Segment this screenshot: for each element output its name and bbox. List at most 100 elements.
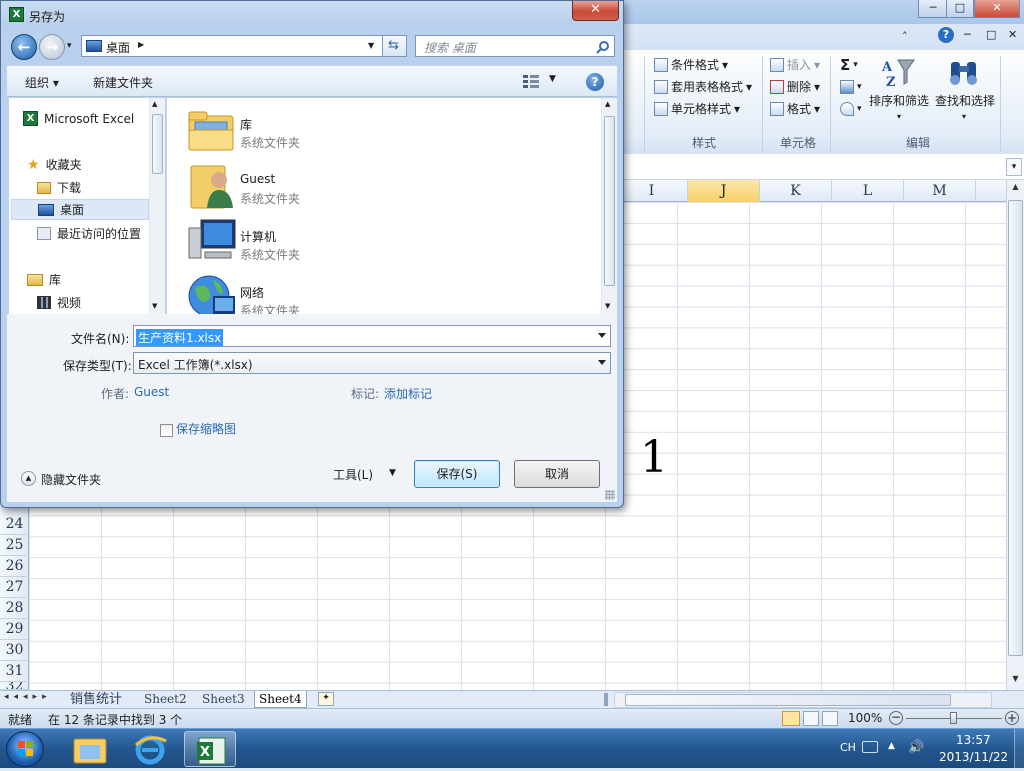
vertical-scrollbar[interactable]: ▲ ▼ (1006, 180, 1024, 690)
new-sheet-icon[interactable]: ✦ (318, 692, 334, 706)
list-item-computer[interactable]: 计算机 系统文件夹 (185, 214, 485, 270)
row-header-25[interactable]: 25 (0, 535, 29, 556)
minimize-button[interactable]: ─ (918, 0, 948, 18)
sheet-tab-sales[interactable]: 销售统计 (66, 691, 126, 708)
keyboard-icon[interactable] (862, 741, 878, 753)
view-options-icon[interactable] (523, 75, 539, 88)
tab-splitter[interactable] (604, 693, 608, 706)
normal-view-icon[interactable] (782, 711, 800, 726)
sheet-nav-arrows[interactable]: ◂◂◂▸▸ (4, 692, 52, 702)
sheet-tab-2[interactable]: Sheet2 (140, 691, 191, 708)
address-dropdown-icon[interactable]: ▼ (368, 41, 374, 50)
refresh-button[interactable]: ⇆ (383, 35, 407, 57)
excel-taskbar-button[interactable]: X (184, 731, 236, 767)
filetype-select[interactable]: Excel 工作簿(*.xlsx) (133, 352, 611, 374)
page-break-view-icon[interactable] (822, 711, 838, 726)
doc-restore-icon[interactable]: □ (986, 28, 996, 41)
explorer-taskbar-button[interactable] (64, 731, 116, 767)
row-header-27[interactable]: 27 (0, 577, 29, 598)
show-hidden-icons[interactable]: ▲ (888, 741, 895, 751)
sort-filter-button[interactable]: 排序和筛选 (869, 92, 929, 109)
save-thumbnail-checkbox[interactable] (160, 424, 173, 437)
doc-minimize-icon[interactable]: ─ (964, 28, 971, 41)
expand-formula-icon[interactable]: ▾ (1006, 158, 1022, 176)
help-button[interactable]: ? (586, 73, 604, 91)
hide-folders-button[interactable]: 隐藏文件夹 (41, 471, 101, 488)
zoom-level[interactable]: 100% (848, 711, 882, 725)
collapse-arrow-icon[interactable]: ▲ (21, 471, 36, 486)
volume-icon[interactable]: 🔊 (908, 740, 924, 755)
row-header-24[interactable]: 24 (0, 514, 29, 535)
search-input[interactable]: 搜索 桌面 (415, 35, 615, 57)
row-header-28[interactable]: 28 (0, 598, 29, 619)
cell-styles-button[interactable]: 单元格样式 ▾ (654, 100, 740, 117)
dialog-close-button[interactable]: ✕ (572, 1, 619, 21)
nav-item-desktop[interactable]: 桌面 (11, 199, 149, 220)
column-header-k[interactable]: K (760, 180, 832, 202)
excel-close-button[interactable]: ✕ (974, 0, 1020, 18)
autosum-button[interactable]: Σ ▾ (840, 56, 858, 74)
filename-dropdown-icon[interactable] (598, 333, 606, 338)
sheet-tab-3[interactable]: Sheet3 (198, 691, 249, 708)
address-location[interactable]: 桌面 (106, 39, 130, 56)
forward-button[interactable]: → (39, 34, 65, 60)
row-header-29[interactable]: 29 (0, 619, 29, 640)
format-cells-button[interactable]: 格式 ▾ (770, 100, 820, 117)
recent-pages-icon[interactable]: ▾ (67, 41, 72, 51)
column-header-l[interactable]: L (832, 180, 904, 202)
zoom-slider-thumb[interactable] (950, 712, 957, 724)
view-dropdown-icon[interactable]: ▼ (549, 74, 556, 84)
ie-taskbar-button[interactable] (124, 731, 176, 767)
row-header-26[interactable]: 26 (0, 556, 29, 577)
breadcrumb-arrow-icon[interactable]: ▶ (138, 40, 144, 49)
format-as-table-button[interactable]: 套用表格格式 ▾ (654, 78, 752, 95)
nav-scroll-thumb[interactable] (152, 114, 163, 174)
row-header-31[interactable]: 31 (0, 661, 29, 682)
filetype-dropdown-icon[interactable] (598, 360, 606, 365)
list-item-guest[interactable]: Guest 系统文件夹 (185, 158, 485, 214)
nav-scrollbar[interactable]: ▲ ▼ (149, 98, 165, 314)
new-folder-button[interactable]: 新建文件夹 (93, 74, 153, 91)
zoom-out-icon[interactable]: − (889, 711, 903, 725)
file-list-scrollbar[interactable]: ▲ ▼ (601, 98, 617, 314)
address-bar[interactable]: 桌面 ▶ ▼ (81, 35, 383, 57)
horizontal-scrollbar[interactable] (614, 692, 992, 708)
help-icon[interactable]: ? (938, 27, 954, 43)
maximize-button[interactable]: □ (946, 0, 974, 18)
clear-button[interactable]: ▾ (840, 102, 862, 116)
column-header-m[interactable]: M (904, 180, 976, 202)
cancel-button[interactable]: 取消 (514, 460, 600, 488)
clock-time[interactable]: 13:57 (956, 733, 991, 747)
horizontal-scroll-thumb[interactable] (625, 694, 951, 706)
search-icon[interactable] (596, 40, 610, 54)
page-layout-view-icon[interactable] (803, 711, 819, 726)
scroll-down-icon[interactable]: ▼ (152, 302, 157, 310)
find-select-button[interactable]: 查找和选择 (935, 92, 995, 109)
zoom-in-icon[interactable]: + (1005, 711, 1019, 725)
minimize-ribbon-icon[interactable]: ˄ (902, 30, 908, 43)
author-value[interactable]: Guest (134, 385, 169, 399)
input-language[interactable]: CH (840, 741, 856, 754)
back-button[interactable]: ← (11, 34, 37, 60)
scroll-down-icon[interactable]: ▼ (1008, 674, 1023, 688)
vertical-scroll-thumb[interactable] (1008, 200, 1023, 656)
organize-button[interactable]: 组织 ▾ (25, 74, 59, 91)
clock-date[interactable]: 2013/11/22 (939, 750, 1008, 764)
column-header-i[interactable]: I (616, 180, 688, 202)
save-button[interactable]: 保存(S) (414, 460, 500, 488)
sheet-tab-4[interactable]: Sheet4 (254, 691, 307, 708)
nav-item-favorites[interactable]: ★ 收藏夹 (27, 154, 167, 175)
add-tags-link[interactable]: 添加标记 (384, 385, 432, 402)
file-list-scroll-thumb[interactable] (604, 116, 615, 286)
fill-button[interactable]: ▾ (840, 80, 862, 94)
insert-cells-button[interactable]: 插入 ▾ (770, 56, 820, 73)
doc-close-icon[interactable]: ✕ (1008, 28, 1017, 41)
start-button[interactable] (6, 731, 44, 767)
tools-dropdown-icon[interactable]: ▼ (389, 468, 396, 478)
row-header-32[interactable]: 32 (0, 682, 29, 690)
resize-grip-icon[interactable] (605, 490, 615, 500)
scroll-up-icon[interactable]: ▲ (605, 100, 610, 108)
scroll-up-icon[interactable]: ▲ (1008, 182, 1023, 198)
scroll-up-icon[interactable]: ▲ (152, 100, 157, 108)
show-desktop-button[interactable] (1014, 729, 1024, 769)
